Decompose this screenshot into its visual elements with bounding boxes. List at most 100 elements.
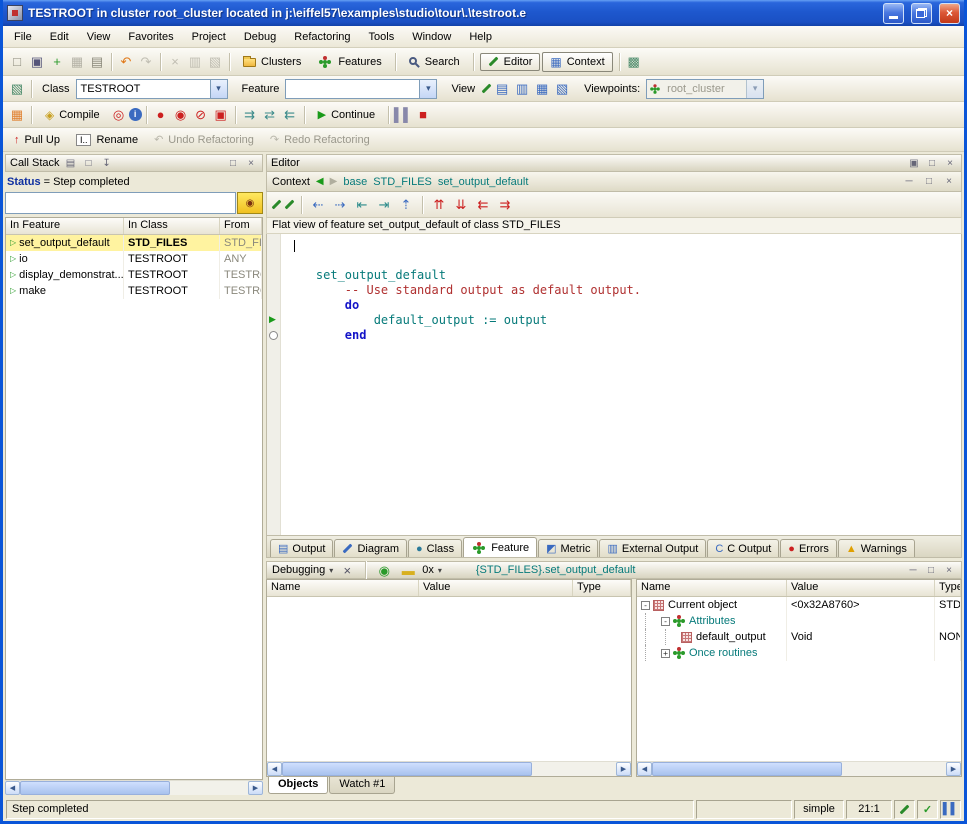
- crumb-cluster[interactable]: base: [343, 176, 367, 188]
- edit-class-icon[interactable]: [285, 200, 295, 210]
- editor-close-icon[interactable]: ×: [943, 156, 957, 170]
- menu-view[interactable]: View: [78, 28, 120, 46]
- close-debug-tool-icon[interactable]: ×: [337, 561, 357, 580]
- class-combo-dropdown[interactable]: ▾: [210, 80, 227, 98]
- scroll-left-icon[interactable]: ◀: [5, 781, 20, 795]
- creators-icon[interactable]: ⇡: [396, 195, 416, 215]
- disable-breakpoints-icon[interactable]: ⊘: [191, 105, 211, 125]
- class-combo[interactable]: TESTROOT ▾: [76, 79, 228, 99]
- scroll-track[interactable]: [652, 762, 946, 776]
- breakpoints-tool-icon[interactable]: ▣: [211, 105, 231, 125]
- debugging-menu-icon[interactable]: ▾: [329, 566, 333, 575]
- call-stack-row[interactable]: ▷display_demonstrat...TESTROOTTESTROOT: [6, 267, 262, 283]
- crumb-feature[interactable]: set_output_default: [438, 176, 529, 188]
- save-all-icon[interactable]: ▤: [87, 52, 107, 72]
- tab-warnings[interactable]: ▲Warnings: [838, 539, 915, 557]
- scroll-thumb[interactable]: [20, 781, 170, 795]
- menu-tools[interactable]: Tools: [360, 28, 404, 46]
- debugging-maximize-icon[interactable]: □: [924, 563, 938, 577]
- object-tree-row[interactable]: -Attributes: [637, 613, 961, 629]
- stop-icon[interactable]: ■: [413, 105, 433, 125]
- rename-button[interactable]: I.. Rename: [69, 132, 145, 148]
- tab-class[interactable]: ●Class: [408, 539, 462, 557]
- pause-icon[interactable]: ▌▌: [393, 105, 413, 125]
- tab-errors[interactable]: ●Errors: [780, 539, 837, 557]
- call-stack-row[interactable]: ▷ioTESTROOTANY: [6, 251, 262, 267]
- cut-icon[interactable]: ×: [165, 52, 185, 72]
- compile-button[interactable]: ◈ Compile: [38, 106, 107, 124]
- pane-maximize-icon[interactable]: □: [226, 156, 240, 170]
- call-stack-row[interactable]: ▷makeTESTROOTTESTROOT: [6, 283, 262, 299]
- scroll-right-icon[interactable]: ▶: [946, 762, 961, 776]
- new-class-icon[interactable]: ▧: [7, 79, 27, 99]
- tab-diagram[interactable]: Diagram: [334, 539, 407, 557]
- hex-dropdown-icon[interactable]: ▾: [438, 566, 442, 575]
- editor-toggle-button[interactable]: Editor: [480, 53, 541, 71]
- minimize-button[interactable]: [883, 3, 904, 24]
- viewpoints-combo-dropdown[interactable]: ▾: [746, 80, 763, 98]
- feature-combo[interactable]: ▾: [285, 79, 437, 99]
- float-pane-icon[interactable]: □: [82, 156, 96, 170]
- callers-icon[interactable]: ⇠: [308, 195, 328, 215]
- clients-icon[interactable]: ⇇: [473, 195, 493, 215]
- scroll-thumb[interactable]: [652, 762, 842, 776]
- history-forward-icon[interactable]: ▶: [330, 176, 338, 187]
- copy-icon[interactable]: ▥: [185, 52, 205, 72]
- expression-evaluation-icon[interactable]: ▬: [398, 561, 418, 580]
- menu-edit[interactable]: Edit: [41, 28, 78, 46]
- melt-icon[interactable]: ▦: [7, 105, 27, 125]
- context-minimize-icon[interactable]: ─: [902, 175, 916, 189]
- menu-favorites[interactable]: Favorites: [119, 28, 182, 46]
- call-stack-filter-input[interactable]: [5, 192, 236, 214]
- tab-external-output[interactable]: ▥External Output: [599, 539, 706, 557]
- code-area[interactable]: ▶ set_output_default -- Use standard out…: [266, 234, 962, 536]
- column-from[interactable]: From: [220, 218, 262, 234]
- objects-column-name[interactable]: Name: [637, 580, 787, 596]
- watch-column-name[interactable]: Name: [267, 580, 419, 596]
- features-button[interactable]: Features: [310, 53, 388, 71]
- pane-close-icon[interactable]: ×: [244, 156, 258, 170]
- descendants-icon[interactable]: ⇊: [451, 195, 471, 215]
- tab-watch-1[interactable]: Watch #1: [329, 777, 395, 794]
- object-tree-row[interactable]: -Current object<0x32A8760>STD_FILES: [637, 597, 961, 613]
- save-call-stack-icon[interactable]: ▤: [64, 156, 78, 170]
- step-over-icon[interactable]: ⇄: [260, 105, 280, 125]
- new-item-icon[interactable]: +: [47, 52, 67, 72]
- scroll-right-icon[interactable]: ▶: [616, 762, 631, 776]
- contract-view-icon[interactable]: ▦: [532, 79, 552, 99]
- last-compile-error-icon[interactable]: ◎: [109, 105, 129, 125]
- context-toggle-button[interactable]: ▦ Context: [542, 52, 612, 72]
- call-stack-row[interactable]: ▷set_output_defaultSTD_FILESSTD_FILES: [6, 235, 262, 251]
- clickable-view-icon[interactable]: ▤: [492, 79, 512, 99]
- call-stack-hscrollbar[interactable]: ◀ ▶: [5, 780, 263, 795]
- execution-point-icon[interactable]: ▶: [269, 315, 276, 324]
- watch-column-type[interactable]: Type: [573, 580, 631, 596]
- save-icon[interactable]: ▦: [67, 52, 87, 72]
- object-tree-row[interactable]: default_outputVoidNONE: [637, 629, 961, 645]
- menu-debug[interactable]: Debug: [235, 28, 285, 46]
- open-file-icon[interactable]: ▣: [27, 52, 47, 72]
- editor-float-icon[interactable]: ▣: [907, 156, 921, 170]
- collapse-icon[interactable]: -: [641, 601, 650, 610]
- object-tree-row[interactable]: +Once routines: [637, 645, 961, 661]
- basic-text-view-icon[interactable]: [482, 84, 492, 94]
- debugging-title[interactable]: Debugging: [272, 564, 325, 576]
- menu-refactoring[interactable]: Refactoring: [285, 28, 359, 46]
- expand-icon[interactable]: +: [661, 649, 670, 658]
- column-in-class[interactable]: In Class: [124, 218, 220, 234]
- crumb-class[interactable]: STD_FILES: [373, 176, 432, 188]
- tab-output[interactable]: ▤Output: [270, 539, 333, 557]
- viewpoints-combo[interactable]: root_cluster ▾: [646, 79, 764, 99]
- objects-column-type[interactable]: Type: [935, 580, 961, 596]
- redo-refactoring-button[interactable]: ↷ Redo Refactoring: [263, 131, 377, 148]
- undo-refactoring-button[interactable]: ↶ Undo Refactoring: [147, 131, 261, 148]
- objects-hscrollbar[interactable]: ◀ ▶: [637, 761, 961, 776]
- editor-maximize-icon[interactable]: □: [925, 156, 939, 170]
- callees-icon[interactable]: ⇢: [330, 195, 350, 215]
- diagram-tool-icon[interactable]: ▩: [624, 52, 644, 72]
- watch-column-value[interactable]: Value: [419, 580, 573, 596]
- resize-grip[interactable]: ▌▌: [940, 800, 961, 819]
- menu-file[interactable]: File: [5, 28, 41, 46]
- scroll-thumb[interactable]: [282, 762, 532, 776]
- pull-up-button[interactable]: ↑ Pull Up: [7, 132, 67, 148]
